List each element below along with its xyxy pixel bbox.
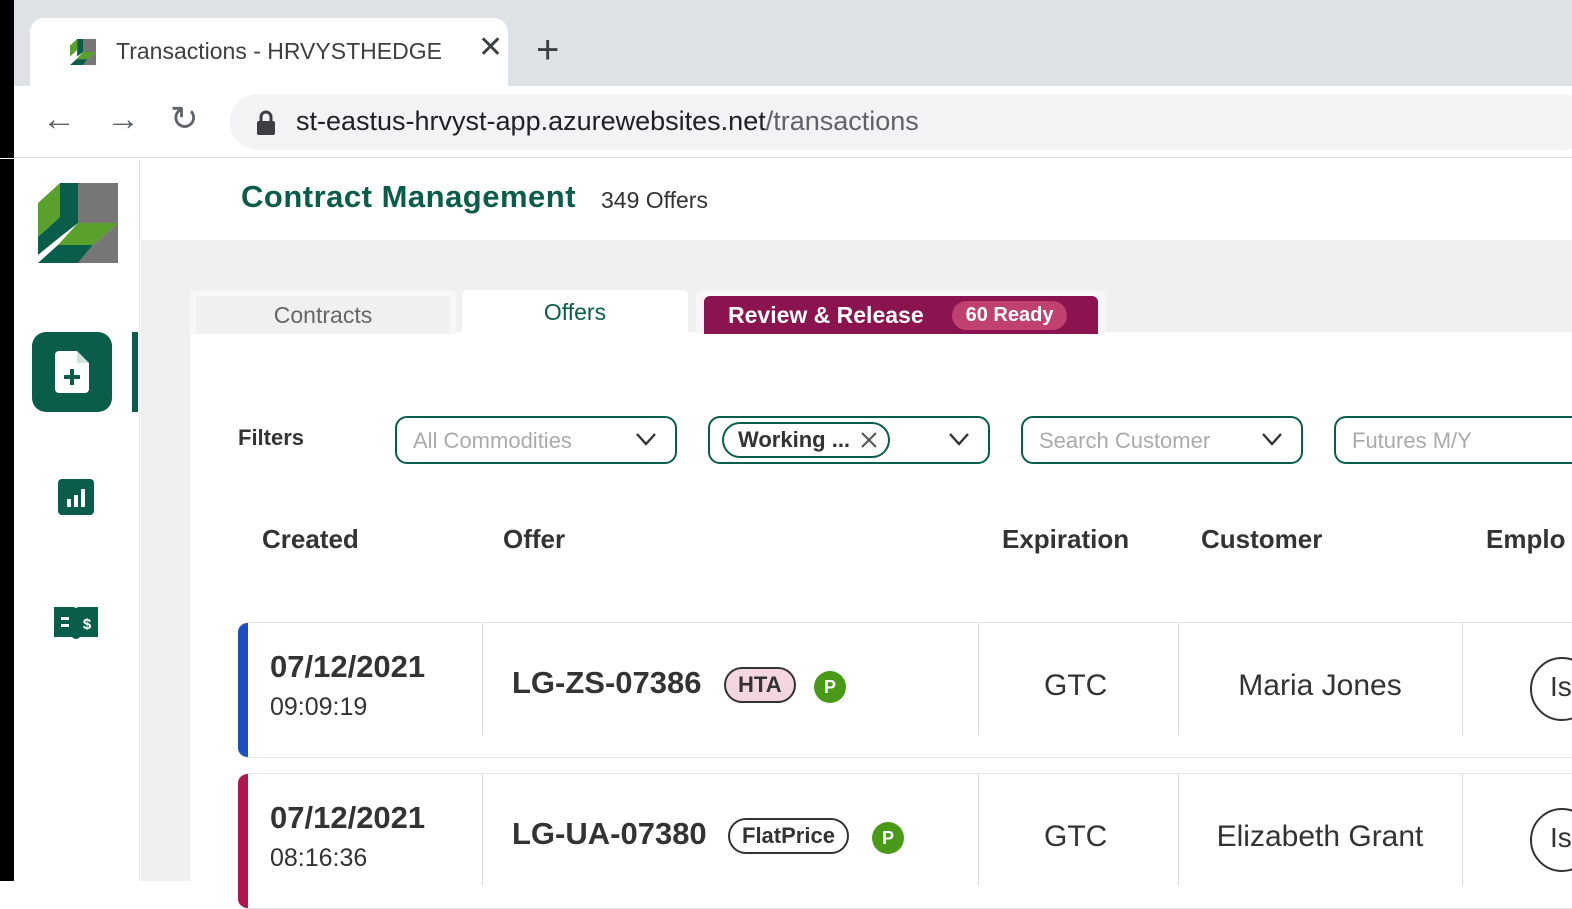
app-sidebar: $ [0, 159, 140, 881]
browser-tab[interactable]: Transactions - HRVYSTHEDGE ✕ [30, 18, 508, 88]
cell-divider [978, 774, 979, 886]
commodities-placeholder: All Commodities [413, 428, 572, 453]
offer-number: LG-UA-07380 [512, 816, 707, 851]
back-arrow-icon[interactable]: ← [42, 102, 76, 136]
ledger-book-icon[interactable]: $ [52, 603, 100, 643]
column-offer[interactable]: Offer [503, 524, 565, 555]
reports-chart-icon[interactable] [56, 477, 96, 517]
created-date: 07/12/2021 [270, 649, 426, 684]
browser-tab-title: Transactions - HRVYSTHEDGE [116, 38, 442, 64]
url-text: st-eastus-hrvyst-app.azurewebsites.net/t… [296, 106, 919, 137]
cell-divider [1462, 623, 1463, 735]
remove-chip-icon[interactable] [860, 431, 878, 449]
nav-transactions[interactable] [32, 332, 112, 412]
column-employee[interactable]: Emplo [1486, 524, 1565, 555]
forward-arrow-icon[interactable]: → [106, 102, 140, 136]
table-row[interactable]: 07/12/2021 08:16:36 LG-UA-07380 FlatPric… [238, 773, 1572, 909]
employee-avatar[interactable]: Is [1530, 657, 1572, 721]
row-status-bar [238, 623, 248, 757]
customer-placeholder: Search Customer [1039, 428, 1211, 453]
contract-type-pill: FlatPrice [728, 818, 849, 854]
priority-badge: P [872, 822, 904, 854]
review-tab-inner: Review & Release 60 Ready [704, 296, 1098, 334]
review-tab-label: Review & Release [728, 301, 924, 328]
app-logo[interactable] [38, 183, 118, 263]
futures-placeholder: Futures M/Y [1352, 428, 1472, 453]
url-path: /transactions [765, 106, 919, 136]
status-chip[interactable]: Working ... [722, 422, 891, 458]
reload-icon[interactable]: ↻ [170, 102, 199, 136]
created-time: 08:16:36 [270, 844, 368, 872]
ready-count-badge: 60 Ready [951, 300, 1068, 330]
new-tab-icon[interactable]: + [536, 30, 559, 70]
filters-label: Filters [238, 425, 305, 450]
created-time: 09:09:19 [270, 693, 368, 721]
offer-number: LG-ZS-07386 [512, 665, 702, 700]
contract-type-pill: HTA [724, 667, 796, 703]
browser-toolbar: ← → ↻ st-eastus-hrvyst-app.azurewebsites… [14, 86, 1572, 158]
customer-name: Elizabeth Grant [1216, 820, 1424, 853]
chevron-down-icon [1262, 433, 1282, 446]
chevron-down-icon [949, 433, 969, 446]
active-nav-indicator [132, 332, 138, 412]
tab-review-release[interactable]: Review & Release 60 Ready [696, 290, 1106, 334]
cell-divider [482, 623, 483, 735]
cell-divider [482, 774, 483, 886]
expiration-value: GTC [1044, 669, 1108, 702]
offer-count: 349 Offers [601, 187, 708, 213]
lock-icon [257, 110, 275, 135]
table-row[interactable]: 07/12/2021 09:09:19 LG-ZS-07386 HTA P GT… [238, 622, 1572, 758]
url-host: st-eastus-hrvyst-app.azurewebsites.net [296, 106, 766, 136]
futures-filter[interactable]: Futures M/Y [1334, 416, 1572, 464]
address-bar[interactable]: st-eastus-hrvyst-app.azurewebsites.net/t… [230, 94, 1572, 150]
svg-text:$: $ [83, 616, 92, 633]
tab-offers[interactable]: Offers [462, 290, 688, 334]
expiration-value: GTC [1044, 820, 1108, 853]
status-chip-label: Working ... [738, 427, 851, 452]
page-title: Contract Management [241, 179, 577, 214]
customer-search-filter[interactable]: Search Customer [1021, 416, 1303, 464]
favicon-icon [70, 39, 96, 65]
cell-divider [1462, 774, 1463, 886]
column-expiration[interactable]: Expiration [1002, 524, 1129, 555]
column-created[interactable]: Created [262, 524, 359, 555]
status-filter[interactable]: Working ... [708, 416, 990, 464]
chevron-down-icon [636, 433, 656, 446]
page-header: Contract Management 349 Offers [141, 159, 1572, 240]
customer-name: Maria Jones [1238, 669, 1402, 702]
tab-contracts[interactable]: Contracts [190, 290, 456, 334]
priority-badge: P [814, 671, 846, 703]
browser-tabbar: Transactions - HRVYSTHEDGE ✕ + [14, 0, 1572, 88]
new-document-icon [55, 351, 89, 393]
employee-avatar[interactable]: Is [1530, 808, 1572, 872]
cell-divider [978, 623, 979, 735]
browser-chrome: Transactions - HRVYSTHEDGE ✕ + ← → ↻ st-… [0, 0, 1572, 158]
row-status-bar [238, 774, 248, 908]
commodities-filter[interactable]: All Commodities [395, 416, 677, 464]
created-date: 07/12/2021 [270, 800, 426, 835]
column-customer[interactable]: Customer [1201, 524, 1322, 555]
close-tab-icon[interactable]: ✕ [478, 33, 503, 63]
